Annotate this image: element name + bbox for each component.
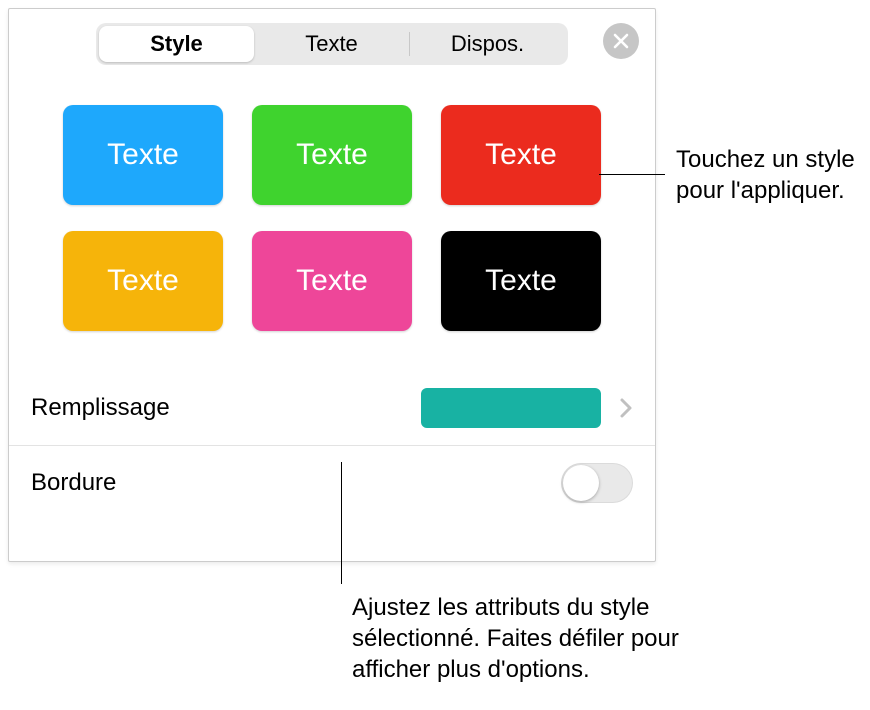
chevron-right-icon	[619, 397, 633, 419]
swatch-label: Texte	[485, 264, 557, 298]
tab-texte-label: Texte	[305, 31, 358, 57]
style-swatch-grid: Texte Texte Texte Texte Texte Texte	[9, 65, 655, 371]
tab-texte[interactable]: Texte	[254, 26, 409, 62]
swatch-label: Texte	[296, 264, 368, 298]
style-swatch[interactable]: Texte	[441, 231, 601, 331]
callout-apply: Touchez un style pour l'appliquer.	[676, 144, 870, 206]
close-icon	[613, 33, 629, 49]
callout-leader	[599, 174, 665, 175]
swatch-label: Texte	[296, 138, 368, 172]
format-panel: Style Texte Dispos. Texte Texte Texte	[8, 8, 656, 562]
fill-color-chip[interactable]	[421, 388, 601, 428]
callout-leader	[341, 462, 342, 584]
style-swatch[interactable]: Texte	[441, 105, 601, 205]
tab-style[interactable]: Style	[99, 26, 254, 62]
tab-dispos[interactable]: Dispos.	[410, 26, 565, 62]
tab-dispos-label: Dispos.	[451, 31, 524, 57]
close-button[interactable]	[603, 23, 639, 59]
swatch-label: Texte	[107, 264, 179, 298]
border-toggle[interactable]	[561, 463, 633, 503]
fill-value-group	[421, 388, 633, 428]
border-label: Bordure	[31, 469, 116, 497]
border-row: Bordure	[9, 445, 655, 519]
fill-label: Remplissage	[31, 394, 170, 422]
callout-adjust: Ajustez les attributs du style sélection…	[352, 592, 712, 686]
tab-bar: Style Texte Dispos.	[9, 9, 655, 65]
toggle-knob	[563, 465, 599, 501]
style-swatch[interactable]: Texte	[252, 231, 412, 331]
style-swatch[interactable]: Texte	[63, 105, 223, 205]
swatch-label: Texte	[107, 138, 179, 172]
swatch-label: Texte	[485, 138, 557, 172]
segmented-control: Style Texte Dispos.	[96, 23, 568, 65]
style-swatch[interactable]: Texte	[252, 105, 412, 205]
style-swatch[interactable]: Texte	[63, 231, 223, 331]
fill-row[interactable]: Remplissage	[9, 371, 655, 445]
tab-style-label: Style	[150, 31, 203, 57]
